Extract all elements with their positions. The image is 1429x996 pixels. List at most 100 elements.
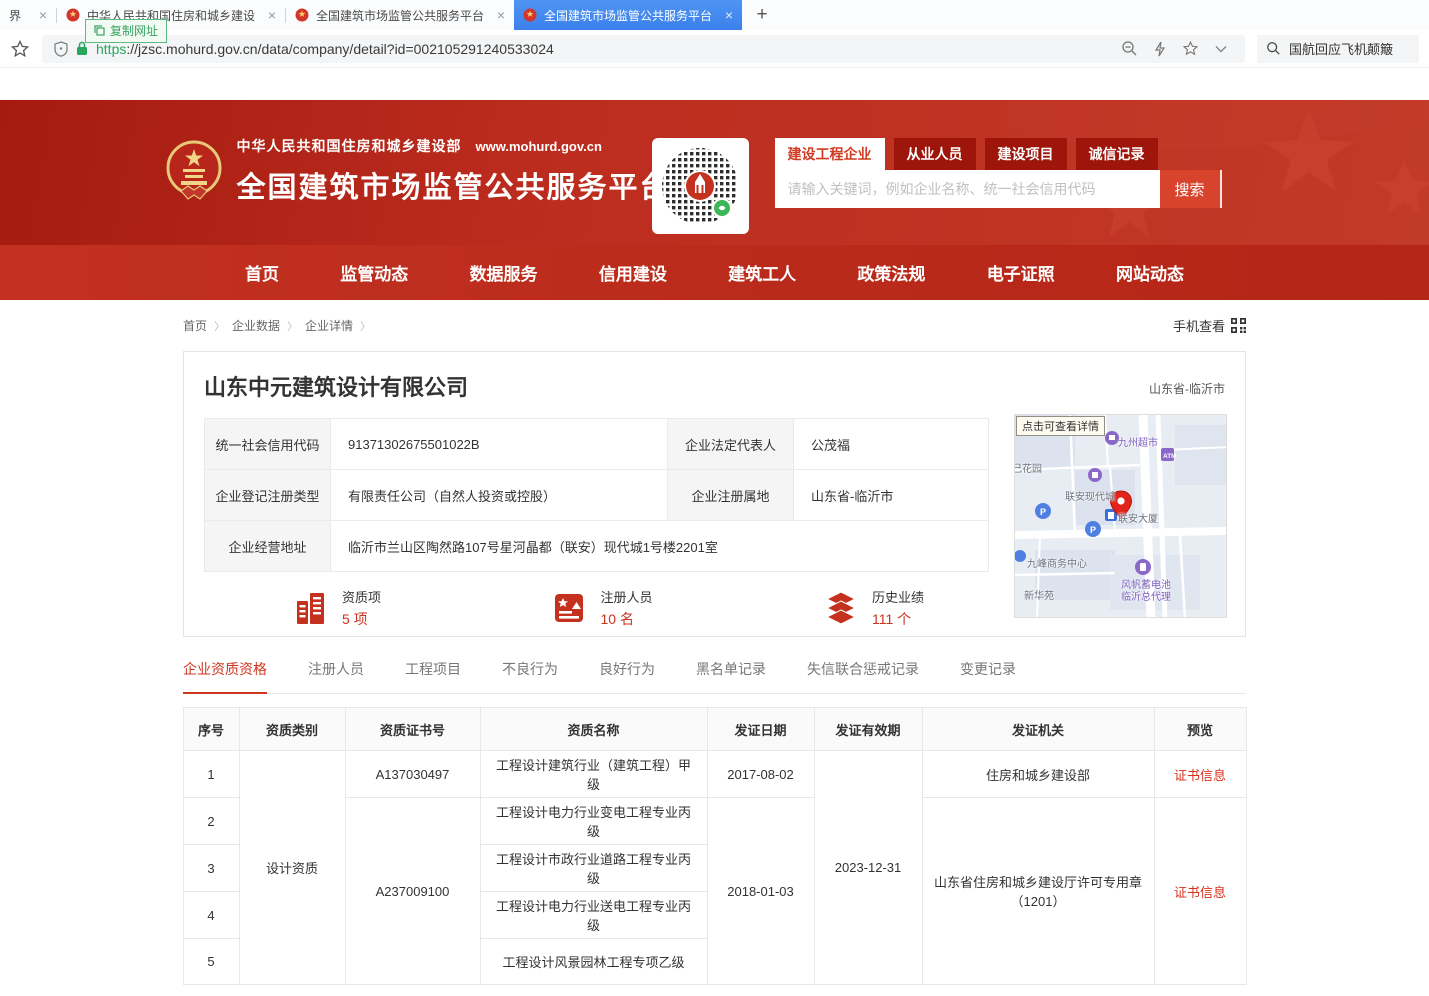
detail-tabs: 企业资质资格 注册人员 工程项目 不良行为 良好行为 黑名单记录 失信联合惩戒记录 变更记录	[183, 659, 1246, 694]
map-place-label: 联安现代城	[1065, 488, 1115, 503]
map-place-label: 新华苑	[1024, 587, 1054, 602]
site-brand: 中华人民共和国住房和城乡建设部 www.mohurd.gov.cn 全国建筑市场监…	[165, 136, 671, 206]
keyword-search-input[interactable]	[775, 170, 1160, 208]
breadcrumb-link[interactable]: 企业详情	[305, 319, 353, 333]
copy-url-tooltip[interactable]: 复制网址	[85, 19, 167, 43]
qual-column-header: 序号	[183, 708, 239, 751]
nav-item-5[interactable]: 政策法规	[857, 260, 925, 285]
detail-tab-4[interactable]: 良好行为	[599, 659, 655, 693]
reg-region-value: 山东省-临沂市	[794, 470, 989, 521]
map-place-label: 九州超市	[1118, 434, 1158, 449]
stat-qualifications: 资质项 5 项	[292, 587, 381, 629]
nav-item-2[interactable]: 数据服务	[470, 260, 538, 285]
stat-value: 111 个	[872, 609, 924, 629]
ministry-website: www.mohurd.gov.cn	[476, 139, 602, 154]
table-row: 企业登记注册类型 有限责任公司（自然人投资或控股） 企业注册属地 山东省-临沂市	[205, 470, 989, 521]
cert-info-link[interactable]: 证书信息	[1174, 768, 1226, 783]
qualification-table: 序号资质类别资质证书号资质名称发证日期发证有效期发证机关预览 1设计资质A137…	[183, 707, 1247, 985]
nav-item-3[interactable]: 信用建设	[599, 260, 667, 285]
table-cell: 2	[183, 798, 239, 845]
browser-tab-active[interactable]: 全国建筑市场监管公共服务平台 ×	[514, 0, 742, 30]
layers-icon	[822, 589, 860, 627]
stat-label: 资质项	[342, 587, 381, 606]
qual-column-header: 资质类别	[239, 708, 345, 751]
map-place-label: 己花园	[1014, 460, 1042, 475]
favorite-star-icon[interactable]	[1182, 40, 1199, 57]
nav-item-7[interactable]: 网站动态	[1116, 260, 1184, 285]
address-value: 临沂市兰山区陶然路107号星河晶都（联安）现代城1号楼2201室	[331, 521, 989, 572]
detail-tab-0[interactable]: 企业资质资格	[183, 659, 267, 694]
url-field[interactable]: https://jzsc.mohurd.gov.cn/data/company/…	[42, 35, 1245, 63]
tab-close-icon[interactable]: ×	[39, 8, 47, 22]
main-nav-bar: 首页 监管动态 数据服务 信用建设 建筑工人 政策法规 电子证照 网站动态	[0, 245, 1429, 300]
page-top-gap	[0, 68, 1429, 100]
tab-close-icon[interactable]: ×	[268, 8, 276, 22]
detail-tab-3[interactable]: 不良行为	[502, 659, 558, 693]
stat-value: 10 名	[600, 609, 652, 629]
company-region: 山东省-临沂市	[1149, 380, 1225, 397]
detail-tab-1[interactable]: 注册人员	[308, 659, 364, 693]
bookmark-star-icon[interactable]	[10, 39, 30, 59]
search-tab-1[interactable]: 从业人员	[894, 138, 976, 170]
browser-tab-0[interactable]: 界 ×	[0, 0, 56, 30]
location-map[interactable]: ATM P P 点击可查看详情 九州超市己花园联安现代城联安大厦九峰商务中心风帆…	[1014, 414, 1227, 618]
zoom-out-icon[interactable]	[1121, 40, 1138, 57]
detail-tab-5[interactable]: 黑名单记录	[696, 659, 766, 693]
qual-column-header: 发证日期	[707, 708, 814, 751]
shield-icon[interactable]	[54, 41, 68, 57]
table-cell: 2017-08-02	[707, 751, 814, 798]
table-cell: 2023-12-31	[814, 751, 922, 985]
map-place-label: 临沂总代理	[1121, 588, 1171, 603]
tab-close-icon[interactable]: ×	[725, 8, 733, 22]
table-cell: 设计资质	[239, 751, 345, 985]
svg-text:P: P	[1040, 507, 1046, 517]
detail-tab-7[interactable]: 变更记录	[960, 659, 1016, 693]
qual-table-body: 1设计资质A137030497工程设计建筑行业（建筑工程）甲级2017-08-0…	[183, 751, 1246, 985]
detail-tab-6[interactable]: 失信联合惩戒记录	[807, 659, 919, 693]
table-cell: 1	[183, 751, 239, 798]
emblem-favicon	[295, 8, 309, 22]
breadcrumb-link[interactable]: 首页	[183, 319, 207, 333]
search-button[interactable]: 搜索	[1160, 170, 1222, 208]
nav-item-4[interactable]: 建筑工人	[728, 260, 796, 285]
tab-close-icon[interactable]: ×	[497, 8, 505, 22]
hot-search-box[interactable]: 国航回应飞机颠簸	[1257, 35, 1419, 63]
legal-rep-value: 公茂福	[794, 419, 989, 470]
nav-item-6[interactable]: 电子证照	[987, 260, 1055, 285]
url-text[interactable]: https://jzsc.mohurd.gov.cn/data/company/…	[96, 41, 1113, 57]
copy-tooltip-label: 复制网址	[110, 22, 158, 39]
svg-text:P: P	[1090, 525, 1096, 535]
field-label: 企业登记注册类型	[205, 470, 331, 521]
search-tab-0[interactable]: 建设工程企业	[775, 138, 885, 170]
table-cell: A137030497	[345, 751, 480, 798]
platform-title: 全国建筑市场监管公共服务平台	[237, 164, 671, 206]
table-cell: 3	[183, 845, 239, 892]
nav-item-1[interactable]: 监管动态	[340, 260, 408, 285]
company-info-table: 统一社会信用代码 91371302675501022B 企业法定代表人 公茂福 …	[204, 418, 989, 572]
browser-tab-bar: 界 × 中华人民共和国住房和城乡建设 × 全国建筑市场监管公共服务平台 × 全国…	[0, 0, 1429, 30]
search-tab-3[interactable]: 诚信记录	[1076, 138, 1158, 170]
detail-tab-2[interactable]: 工程项目	[405, 659, 461, 693]
table-cell: 工程设计电力行业变电工程专业丙级	[480, 798, 707, 845]
browser-tab-2[interactable]: 全国建筑市场监管公共服务平台 ×	[286, 0, 514, 30]
mobile-view-button[interactable]: 手机查看	[1173, 316, 1246, 335]
search-tab-2[interactable]: 建设项目	[985, 138, 1067, 170]
breadcrumb-link[interactable]: 企业数据	[232, 319, 280, 333]
search-category-tabs: 建设工程企业从业人员建设项目诚信记录	[775, 138, 1222, 170]
reader-flash-icon[interactable]	[1154, 41, 1166, 57]
nav-item-0[interactable]: 首页	[245, 260, 279, 285]
table-row: 统一社会信用代码 91371302675501022B 企业法定代表人 公茂福	[205, 419, 989, 470]
main-nav: 首页 监管动态 数据服务 信用建设 建筑工人 政策法规 电子证照 网站动态	[183, 245, 1246, 300]
map-place-label: 联安大厦	[1118, 510, 1158, 525]
cert-info-link[interactable]: 证书信息	[1174, 885, 1226, 900]
chevron-down-icon[interactable]	[1215, 45, 1227, 53]
mobile-view-label: 手机查看	[1173, 316, 1225, 335]
ministry-name: 中华人民共和国住房和城乡建设部	[237, 138, 462, 154]
stat-registered-personnel: 注册人员 10 名	[550, 587, 652, 629]
table-cell: A237009100	[345, 798, 480, 985]
new-tab-button[interactable]: +	[742, 0, 782, 30]
reg-type-value: 有限责任公司（自然人投资或控股）	[331, 470, 668, 521]
site-header: 中华人民共和国住房和城乡建设部 www.mohurd.gov.cn 全国建筑市场监…	[0, 100, 1429, 245]
table-cell: 4	[183, 892, 239, 939]
field-label: 企业注册属地	[668, 470, 794, 521]
